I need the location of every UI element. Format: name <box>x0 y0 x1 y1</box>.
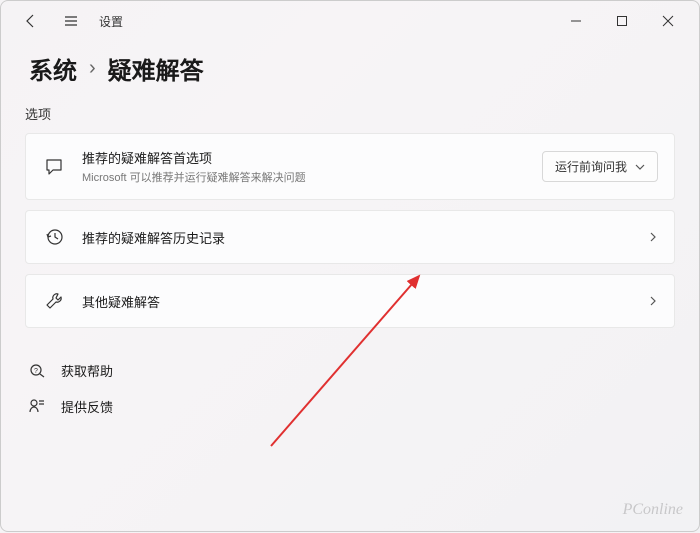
breadcrumb: 系统 › 疑难解答 <box>1 41 699 104</box>
hamburger-icon <box>63 13 79 29</box>
card-subtitle: Microsoft 可以推荐并运行疑难解答来解决问题 <box>82 169 526 185</box>
app-title: 设置 <box>99 13 123 30</box>
maximize-icon <box>616 15 628 27</box>
card-body: 推荐的疑难解答首选项 Microsoft 可以推荐并运行疑难解答来解决问题 <box>82 148 526 185</box>
window-controls <box>553 5 691 37</box>
svg-text:?: ? <box>34 368 38 375</box>
link-text: 提供反馈 <box>61 397 113 416</box>
titlebar: 设置 <box>1 1 699 41</box>
close-icon <box>662 15 674 27</box>
card-other[interactable]: 其他疑难解答 <box>25 274 675 328</box>
minimize-button[interactable] <box>553 5 599 37</box>
chevron-down-icon <box>635 162 645 172</box>
content: 选项 推荐的疑难解答首选项 Microsoft 可以推荐并运行疑难解答来解决问题… <box>1 104 699 424</box>
card-title: 推荐的疑难解答首选项 <box>82 148 526 167</box>
dropdown-value: 运行前询问我 <box>555 158 627 175</box>
chevron-right-icon <box>648 296 658 306</box>
section-label: 选项 <box>25 104 675 123</box>
history-icon <box>42 225 66 249</box>
feedback-icon <box>27 396 47 416</box>
menu-button[interactable] <box>55 5 87 37</box>
breadcrumb-current: 疑难解答 <box>108 51 204 86</box>
breadcrumb-sep-icon: › <box>89 57 96 80</box>
minimize-icon <box>570 15 582 27</box>
close-button[interactable] <box>645 5 691 37</box>
related-links: ? 获取帮助 提供反馈 <box>25 352 675 424</box>
back-icon <box>23 13 39 29</box>
breadcrumb-parent[interactable]: 系统 <box>29 51 77 86</box>
card-preferences[interactable]: 推荐的疑难解答首选项 Microsoft 可以推荐并运行疑难解答来解决问题 运行… <box>25 133 675 200</box>
back-button[interactable] <box>15 5 47 37</box>
message-icon <box>42 155 66 179</box>
help-icon: ? <box>27 360 47 380</box>
pref-dropdown[interactable]: 运行前询问我 <box>542 151 658 182</box>
wrench-icon <box>42 289 66 313</box>
card-body: 推荐的疑难解答历史记录 <box>82 228 632 247</box>
card-history[interactable]: 推荐的疑难解答历史记录 <box>25 210 675 264</box>
link-help[interactable]: ? 获取帮助 <box>27 352 675 388</box>
card-title: 其他疑难解答 <box>82 292 632 311</box>
link-text: 获取帮助 <box>61 361 113 380</box>
titlebar-left: 设置 <box>9 5 123 37</box>
card-body: 其他疑难解答 <box>82 292 632 311</box>
watermark: PConline <box>623 501 683 519</box>
link-feedback[interactable]: 提供反馈 <box>27 388 675 424</box>
card-title: 推荐的疑难解答历史记录 <box>82 228 632 247</box>
chevron-right-icon <box>648 232 658 242</box>
maximize-button[interactable] <box>599 5 645 37</box>
